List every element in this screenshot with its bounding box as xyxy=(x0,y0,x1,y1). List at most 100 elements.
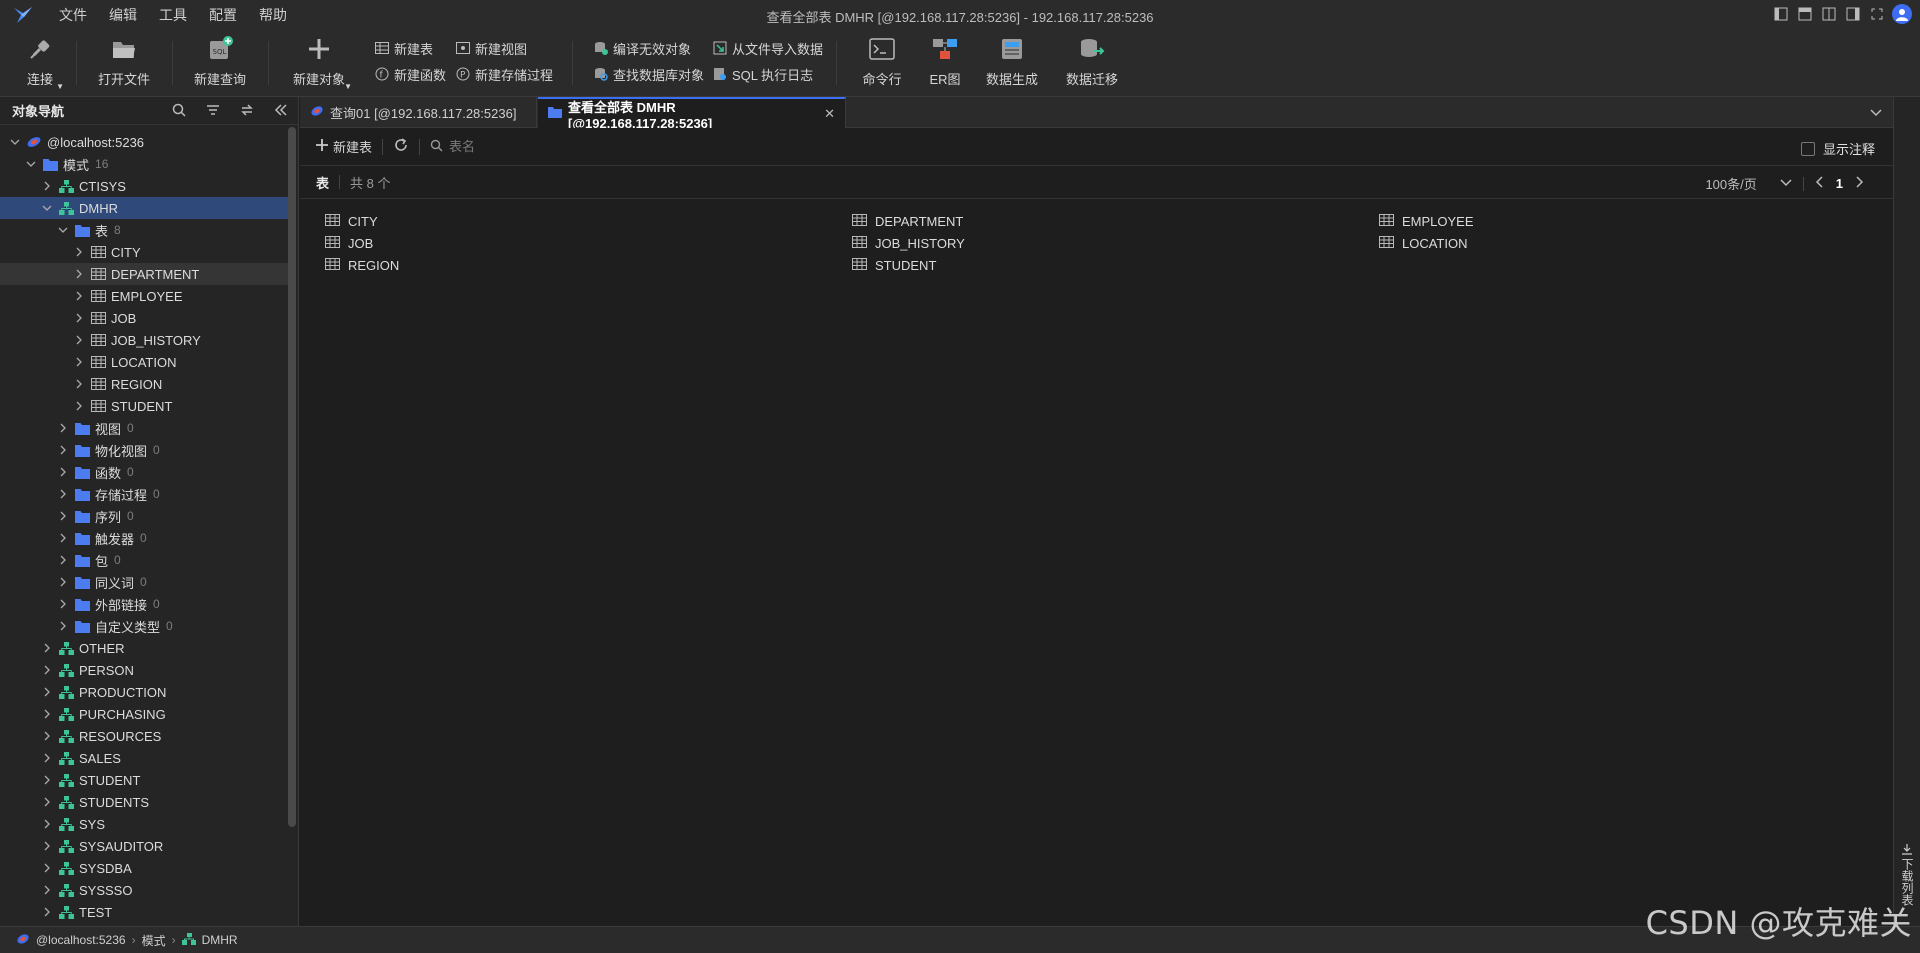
close-icon[interactable]: ✕ xyxy=(824,106,835,122)
import-from-file-button[interactable]: 从文件导入数据 xyxy=(713,38,823,58)
chevron-right-icon[interactable] xyxy=(72,245,86,259)
new-query-button[interactable]: SQL 新建查询 xyxy=(194,35,246,91)
tree-node[interactable]: 触发器 0 xyxy=(0,527,290,549)
er-diagram-button[interactable]: ER图 xyxy=(925,35,965,91)
sql-log-button[interactable]: SQL 执行日志 xyxy=(713,64,813,84)
tree-node[interactable]: EMPLOYEE xyxy=(0,285,290,307)
chevron-down-icon[interactable] xyxy=(1779,175,1793,192)
chevron-right-icon[interactable] xyxy=(56,421,70,435)
table-item[interactable]: LOCATION xyxy=(1379,234,1468,252)
show-comment-toggle[interactable]: 显示注释 xyxy=(1800,139,1875,158)
chevron-right-icon[interactable] xyxy=(40,641,54,655)
new-function-button[interactable]: f 新建函数 xyxy=(375,64,446,84)
navigator-scrollbar[interactable] xyxy=(288,127,296,827)
table-item[interactable]: STUDENT xyxy=(852,256,936,274)
menu-item[interactable]: 工具 xyxy=(148,5,198,25)
refresh-icon[interactable] xyxy=(393,137,409,156)
tree-node[interactable]: OTHER xyxy=(0,637,290,659)
chevron-right-icon[interactable] xyxy=(40,883,54,897)
data-migration-button[interactable]: 数据迁移 xyxy=(1066,35,1118,91)
tab-query01[interactable]: 查询01 [@192.168.117.28:5236] xyxy=(300,97,537,128)
menu-item[interactable]: 编辑 xyxy=(98,5,148,25)
fullscreen-icon[interactable] xyxy=(1868,5,1886,23)
tree-node[interactable]: PERSON xyxy=(0,659,290,681)
chevron-right-icon[interactable] xyxy=(40,729,54,743)
chevron-right-icon[interactable] xyxy=(72,333,86,347)
tree-node[interactable]: SYSAUDITOR xyxy=(0,835,290,857)
chevron-right-icon[interactable] xyxy=(56,553,70,567)
status-server[interactable]: @localhost:5236 xyxy=(16,933,126,948)
layout-right-icon[interactable] xyxy=(1844,5,1862,23)
tree-node[interactable]: STUDENT xyxy=(0,395,290,417)
menu-item[interactable]: 文件 xyxy=(48,5,98,25)
new-procedure-button[interactable]: P 新建存储过程 xyxy=(456,64,553,84)
chevron-right-icon[interactable] xyxy=(72,399,86,413)
chevron-right-icon[interactable] xyxy=(40,663,54,677)
chevron-right-icon[interactable] xyxy=(56,443,70,457)
download-list-button[interactable]: 下载列表 xyxy=(1898,843,1916,906)
chevron-right-icon[interactable] xyxy=(56,509,70,523)
tree-node[interactable]: STUDENTS xyxy=(0,791,290,813)
search-icon[interactable] xyxy=(172,103,186,120)
tree-node[interactable]: CITY xyxy=(0,241,290,263)
chevron-right-icon[interactable] xyxy=(72,267,86,281)
tree-node[interactable]: SYSDBA xyxy=(0,857,290,879)
collapse-panel-icon[interactable] xyxy=(274,103,288,120)
chevron-right-icon[interactable] xyxy=(40,905,54,919)
chevron-right-icon[interactable] xyxy=(56,575,70,589)
tree-node[interactable]: JOB xyxy=(0,307,290,329)
tree-node[interactable]: 存储过程 0 xyxy=(0,483,290,505)
tree-node[interactable]: @localhost:5236 xyxy=(0,131,290,153)
chevron-right-icon[interactable] xyxy=(40,817,54,831)
chevron-right-icon[interactable] xyxy=(72,377,86,391)
layout-split-icon[interactable] xyxy=(1820,5,1838,23)
tree-node[interactable]: SYS xyxy=(0,813,290,835)
table-name-search-input[interactable] xyxy=(449,139,650,154)
compile-invalid-button[interactable]: 编译无效对象 xyxy=(594,38,691,58)
table-item[interactable]: JOB xyxy=(325,234,373,252)
tree-node[interactable]: TEST xyxy=(0,901,290,923)
user-avatar-icon[interactable] xyxy=(1892,4,1912,24)
page-size-select[interactable]: 100条/页 xyxy=(1705,174,1756,193)
chevron-right-icon[interactable] xyxy=(40,773,54,787)
chevron-right-icon[interactable] xyxy=(56,619,70,633)
chevron-right-icon[interactable] xyxy=(40,685,54,699)
menu-item[interactable]: 配置 xyxy=(198,5,248,25)
tree-node[interactable]: 外部链接 0 xyxy=(0,593,290,615)
chevron-down-icon[interactable] xyxy=(24,157,38,171)
table-item[interactable]: DEPARTMENT xyxy=(852,212,963,230)
tree-node[interactable]: 表8 xyxy=(0,219,290,241)
next-page-icon[interactable] xyxy=(1853,175,1865,192)
tree-node[interactable]: DEPARTMENT xyxy=(0,263,290,285)
new-table-button[interactable]: 新建表 xyxy=(375,38,433,58)
tree-node[interactable]: DMHR xyxy=(0,197,290,219)
chevron-right-icon[interactable] xyxy=(40,795,54,809)
show-comment-checkbox[interactable] xyxy=(1800,141,1815,156)
new-object-button[interactable]: 新建对象 ▼ xyxy=(290,35,352,91)
chevron-down-icon[interactable] xyxy=(8,135,22,149)
tree-node[interactable]: 函数 0 xyxy=(0,461,290,483)
chevron-right-icon[interactable] xyxy=(40,839,54,853)
chevron-down-icon[interactable] xyxy=(56,223,70,237)
prev-page-icon[interactable] xyxy=(1814,175,1826,192)
chevron-down-icon[interactable] xyxy=(1869,105,1883,122)
tree-node[interactable]: 视图 0 xyxy=(0,417,290,439)
tree-node[interactable]: JOB_HISTORY xyxy=(0,329,290,351)
page-number[interactable]: 1 xyxy=(1836,176,1843,191)
open-file-button[interactable]: 打开文件 xyxy=(98,35,150,91)
tree-node[interactable]: 物化视图 0 xyxy=(0,439,290,461)
connect-button[interactable]: 连接 ▼ xyxy=(20,35,64,91)
tree-node[interactable]: RESOURCES xyxy=(0,725,290,747)
find-db-object-button[interactable]: 查找数据库对象 xyxy=(594,64,704,84)
status-schema[interactable]: DMHR xyxy=(181,932,238,948)
new-view-button[interactable]: 新建视图 xyxy=(456,38,527,58)
tab-view-all-tables[interactable]: 查看全部表 DMHR [@192.168.117.28:5236] ✕ xyxy=(538,97,846,131)
tree-node[interactable]: PRODUCTION xyxy=(0,681,290,703)
chevron-right-icon[interactable] xyxy=(40,751,54,765)
table-item[interactable]: EMPLOYEE xyxy=(1379,212,1474,230)
layout-left-icon[interactable] xyxy=(1772,5,1790,23)
chevron-down-icon[interactable] xyxy=(40,201,54,215)
chevron-right-icon[interactable] xyxy=(40,179,54,193)
tree-node[interactable]: 同义词 0 xyxy=(0,571,290,593)
tree-node[interactable]: SYSSSO xyxy=(0,879,290,901)
